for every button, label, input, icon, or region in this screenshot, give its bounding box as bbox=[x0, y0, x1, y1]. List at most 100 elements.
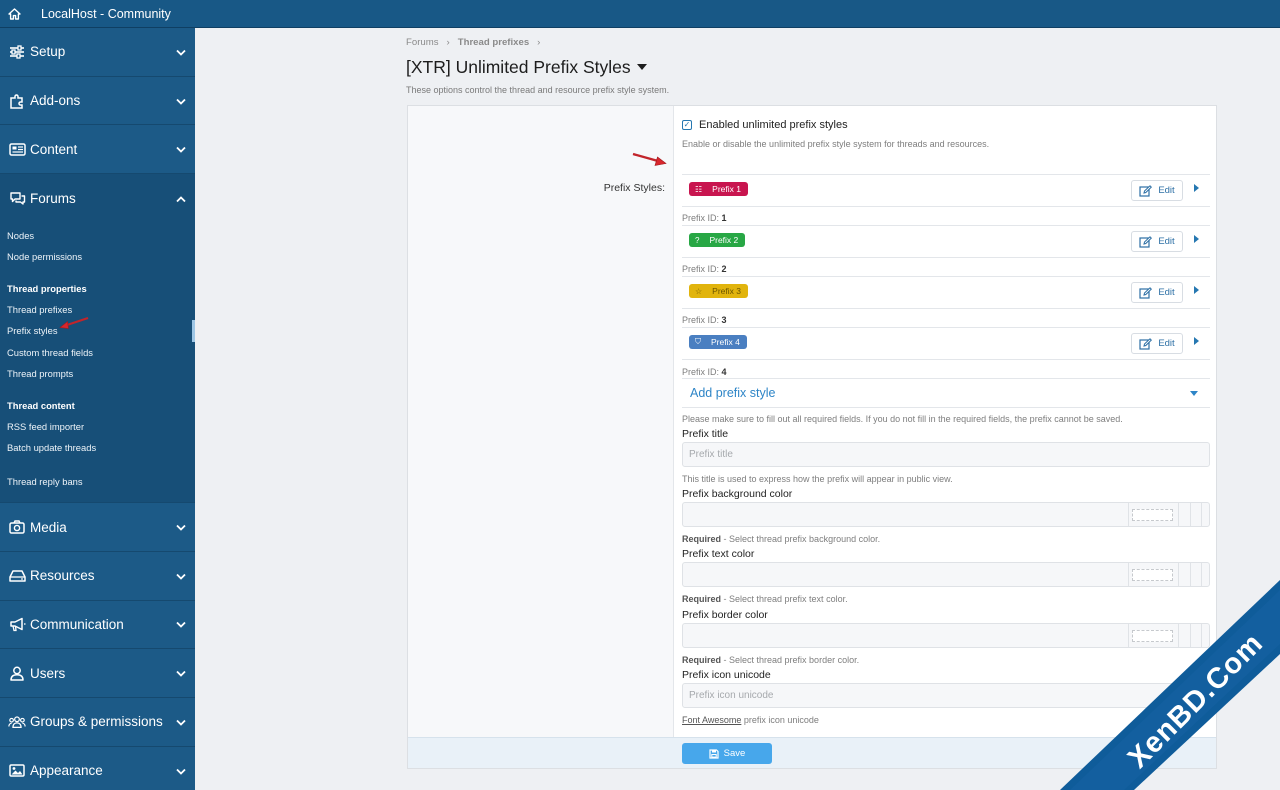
divider bbox=[1128, 503, 1129, 526]
sidebar-group-heading: Thread properties bbox=[7, 282, 87, 294]
page-title-text: [XTR] Unlimited Prefix Styles bbox=[406, 57, 631, 77]
sidebar-item-custom-thread-fields[interactable]: Custom thread fields bbox=[0, 342, 195, 364]
page-title[interactable]: [XTR] Unlimited Prefix Styles bbox=[406, 57, 647, 78]
sidebar-item-thread-reply-bans[interactable]: Thread reply bans bbox=[0, 471, 195, 493]
sliders-icon bbox=[8, 43, 26, 61]
nav-section-communication[interactable]: Communication bbox=[0, 601, 195, 650]
divider bbox=[1178, 503, 1179, 526]
sidebar-item-node-permissions[interactable]: Node permissions bbox=[0, 246, 195, 268]
chevron-down-icon bbox=[176, 714, 186, 729]
nav-section-label: Users bbox=[30, 665, 66, 681]
nav-section-label: Media bbox=[30, 519, 67, 535]
nav-section-media[interactable]: Media bbox=[0, 503, 195, 552]
prefix-badge: ⛉ Prefix 4 bbox=[689, 335, 747, 349]
sidebar-item-thread-prefixes[interactable]: Thread prefixes bbox=[0, 299, 195, 321]
prefix-title-input[interactable]: Prefix title bbox=[682, 442, 1210, 467]
edit-button[interactable]: Edit bbox=[1131, 180, 1183, 201]
sidebar-group-heading: Thread content bbox=[7, 399, 75, 411]
chevron-down-icon bbox=[176, 617, 186, 632]
sidebar-item-nodes[interactable]: Nodes bbox=[0, 225, 195, 247]
expand-caret-icon[interactable] bbox=[1194, 337, 1199, 345]
prefix-border-color-hint: Required - Select thread prefix border c… bbox=[682, 655, 860, 665]
nav-section-label: Groups & permissions bbox=[30, 714, 163, 730]
megaphone-icon bbox=[8, 615, 26, 633]
prefix-text-color-label: Prefix text color bbox=[682, 548, 755, 560]
nav-section-appearance[interactable]: Appearance bbox=[0, 747, 195, 790]
sidebar-item-prefix-styles[interactable]: Prefix styles bbox=[0, 320, 195, 342]
annotation-arrow bbox=[59, 316, 89, 329]
admin-sidebar: Setup Add-ons Content Forums Nodes Node … bbox=[0, 28, 195, 790]
nav-section-label: Setup bbox=[30, 44, 66, 60]
nav-section-label: Content bbox=[30, 141, 78, 157]
divider bbox=[1190, 503, 1191, 526]
image-icon bbox=[8, 762, 26, 780]
home-icon[interactable] bbox=[0, 0, 28, 28]
edit-label: Edit bbox=[1158, 287, 1175, 298]
nav-section-label: Add-ons bbox=[30, 93, 81, 109]
board-title[interactable]: LocalHost - Community bbox=[41, 7, 171, 21]
question-icon: ? bbox=[695, 235, 700, 245]
save-icon bbox=[709, 748, 719, 759]
prefix-text-color-hint: Required - Select thread prefix text col… bbox=[682, 594, 848, 604]
sidebar-item-thread-prompts[interactable]: Thread prompts bbox=[0, 363, 195, 385]
prefix-bg-color-input[interactable] bbox=[682, 502, 1210, 527]
nav-section-groups-permissions[interactable]: Groups & permissions bbox=[0, 698, 195, 747]
color-swatch[interactable] bbox=[1132, 509, 1173, 521]
expand-caret-icon[interactable] bbox=[1194, 286, 1199, 294]
edit-label: Edit bbox=[1158, 236, 1175, 247]
prefix-title-hint: This title is used to express how the pr… bbox=[682, 474, 953, 484]
enable-checkbox[interactable]: ✓ bbox=[682, 120, 692, 130]
prefix-row: ☆ Prefix 3 Edit bbox=[682, 276, 1210, 309]
edit-button[interactable]: Edit bbox=[1131, 333, 1183, 354]
chevron-up-icon bbox=[176, 191, 186, 206]
top-bar: LocalHost - Community bbox=[0, 0, 1280, 28]
nav-section-users[interactable]: Users bbox=[0, 649, 195, 698]
chevron-down-icon bbox=[176, 93, 186, 108]
edit-icon bbox=[1139, 235, 1153, 248]
prefix-icon-unicode-hint: Font Awesome prefix icon unicode bbox=[682, 715, 819, 725]
enable-hint: Enable or disable the unlimited prefix s… bbox=[682, 139, 990, 149]
divider bbox=[1201, 503, 1202, 526]
prefix-row: ☷ Prefix 1 Edit bbox=[682, 174, 1210, 207]
sidebar-item-rss-feed-importer[interactable]: RSS feed importer bbox=[0, 416, 195, 438]
chevron-right-icon: › bbox=[446, 37, 450, 48]
expand-caret-icon[interactable] bbox=[1194, 184, 1199, 192]
expand-caret-icon[interactable] bbox=[1194, 235, 1199, 243]
nav-section-content[interactable]: Content bbox=[0, 125, 195, 175]
save-button[interactable]: Save bbox=[682, 743, 772, 764]
chevron-right-icon: › bbox=[537, 37, 541, 48]
prefix-badge: ? Prefix 2 bbox=[689, 233, 746, 247]
ticket-icon: ☷ bbox=[695, 184, 703, 194]
sidebar-item-batch-update-threads[interactable]: Batch update threads bbox=[0, 437, 195, 459]
breadcrumb-forums[interactable]: Forums bbox=[406, 37, 439, 48]
chevron-down-icon bbox=[176, 763, 186, 778]
chevron-down-icon bbox=[176, 520, 186, 535]
save-label: Save bbox=[723, 748, 746, 759]
edit-label: Edit bbox=[1158, 185, 1175, 196]
nav-section-resources[interactable]: Resources bbox=[0, 552, 195, 601]
nav-section-forums[interactable]: Forums bbox=[0, 174, 195, 223]
font-awesome-link[interactable]: Font Awesome bbox=[682, 715, 741, 725]
users-icon bbox=[8, 713, 26, 731]
edit-button[interactable]: Edit bbox=[1131, 282, 1183, 303]
nav-section-add-ons[interactable]: Add-ons bbox=[0, 77, 195, 126]
chevron-down-icon bbox=[176, 142, 186, 157]
caret-down-icon bbox=[1190, 391, 1198, 396]
nav-section-label: Communication bbox=[30, 616, 124, 632]
edit-button[interactable]: Edit bbox=[1131, 231, 1183, 252]
prefix-border-color-label: Prefix border color bbox=[682, 609, 768, 621]
watermark-band bbox=[1060, 580, 1280, 790]
prefix-id-label: Prefix ID: 2 bbox=[682, 264, 727, 274]
prefix-row: ? Prefix 2 Edit bbox=[682, 225, 1210, 258]
shield-icon: ⛉ bbox=[695, 337, 701, 346]
breadcrumb-thread-prefixes[interactable]: Thread prefixes bbox=[458, 37, 529, 48]
nav-section-setup[interactable]: Setup bbox=[0, 28, 195, 77]
prefix-id-label: Prefix ID: 4 bbox=[682, 367, 727, 377]
puzzle-icon bbox=[8, 92, 26, 110]
camera-icon bbox=[8, 518, 26, 536]
enable-checkbox-row[interactable]: ✓ Enabled unlimited prefix styles bbox=[682, 119, 848, 131]
prefix-badge: ☆ Prefix 3 bbox=[689, 284, 748, 298]
prefix-icon-unicode-label: Prefix icon unicode bbox=[682, 669, 771, 681]
add-prefix-style-toggle[interactable]: Add prefix style bbox=[682, 378, 1210, 408]
prefix-name: Prefix 4 bbox=[711, 337, 740, 347]
